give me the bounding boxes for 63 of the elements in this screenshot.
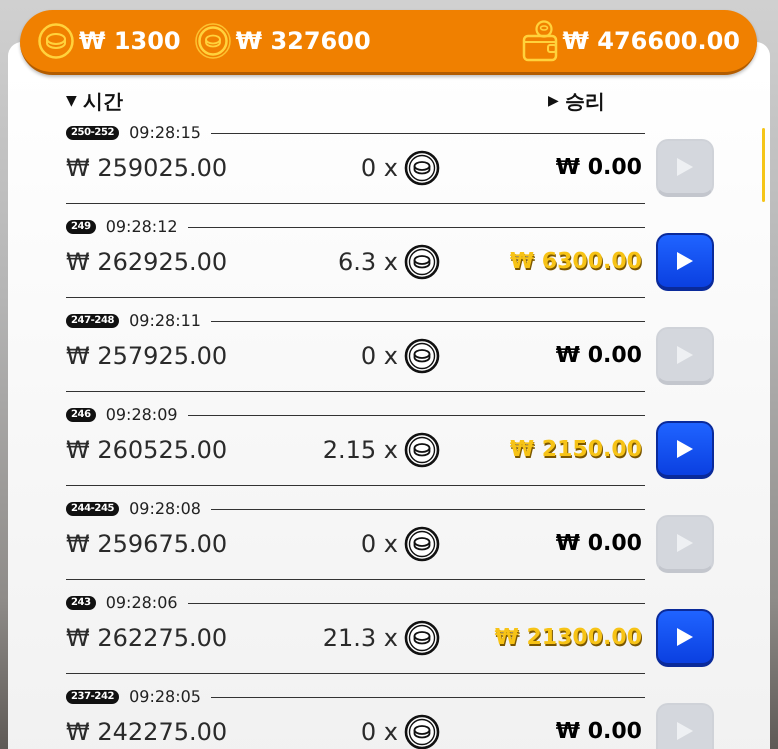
coin-icon	[404, 244, 440, 280]
play-icon	[676, 251, 694, 271]
sort-marker[interactable]: ▶	[548, 89, 559, 113]
column-header[interactable]: 승리	[564, 89, 605, 113]
round-badge: 250-252	[66, 126, 120, 140]
multiplier: 0 x	[360, 153, 398, 183]
win-amount: ₩ 0.00	[554, 530, 642, 558]
balance-amount: ₩ 1300	[79, 26, 181, 56]
win-amount: ₩ 6300.00	[508, 248, 642, 276]
round-time: 09:28:08	[129, 500, 201, 518]
round-badge: 237-242	[66, 690, 120, 704]
coin-icon	[404, 150, 440, 186]
coin-icon	[404, 526, 440, 562]
round-time: 09:28:11	[129, 312, 201, 330]
replay-button[interactable]	[656, 233, 714, 291]
round-time: 09:28:12	[106, 218, 178, 236]
bet-amount: ₩ 262925.00	[66, 247, 228, 277]
win-amount: ₩ 21300.00	[494, 624, 642, 652]
win-amount: ₩ 0.00	[554, 718, 642, 746]
multiplier: 21.3 x	[322, 623, 398, 653]
round-badge: 249	[66, 220, 96, 234]
play-icon	[676, 721, 694, 741]
column-header[interactable]: 시간	[82, 89, 123, 113]
multiplier: 0 x	[360, 341, 398, 371]
multiplier: 2.15 x	[322, 435, 398, 465]
balance-amount: ₩ 327600	[236, 26, 371, 56]
coin-icon	[404, 432, 440, 468]
replay-button[interactable]	[656, 609, 714, 667]
bet-amount: ₩ 260525.00	[66, 435, 228, 465]
round-time: 09:28:15	[129, 124, 201, 142]
coin-icon	[404, 338, 440, 374]
bet-amount: ₩ 259675.00	[66, 529, 228, 559]
sort-marker[interactable]: ▼	[66, 89, 77, 113]
round-badge: 244-245	[66, 502, 120, 516]
multiplier: 0 x	[360, 529, 398, 559]
round-badge: 243	[66, 596, 96, 610]
bet-amount: ₩ 242275.00	[66, 717, 228, 747]
balance-amount: ₩ 476600.00	[562, 26, 740, 56]
play-icon	[676, 533, 694, 553]
win-amount: ₩ 0.00	[554, 154, 642, 182]
play-icon	[676, 439, 694, 459]
bet-amount: ₩ 257925.00	[66, 341, 228, 371]
round-badge: 247-248	[66, 314, 120, 328]
coin-icon	[404, 620, 440, 656]
win-amount: ₩ 0.00	[554, 342, 642, 370]
multiplier: 6.3 x	[338, 247, 398, 277]
replay-button[interactable]	[656, 421, 714, 479]
coin-icon	[194, 23, 231, 59]
bet-amount: ₩ 262275.00	[66, 623, 228, 653]
bet-amount: ₩ 259025.00	[66, 153, 228, 183]
win-amount: ₩ 2150.00	[508, 436, 642, 464]
round-time: 09:28:06	[106, 594, 178, 612]
coin-icon	[404, 714, 440, 749]
round-badge: 246	[66, 408, 96, 422]
play-icon	[676, 627, 694, 647]
scrollbar-thumb[interactable]	[762, 128, 765, 202]
multiplier: 0 x	[360, 717, 398, 747]
wallet-icon	[522, 20, 558, 62]
play-icon	[676, 157, 694, 177]
round-time: 09:28:09	[106, 406, 178, 424]
play-icon	[676, 345, 694, 365]
coin-icon	[38, 23, 74, 59]
round-time: 09:28:05	[129, 688, 201, 706]
